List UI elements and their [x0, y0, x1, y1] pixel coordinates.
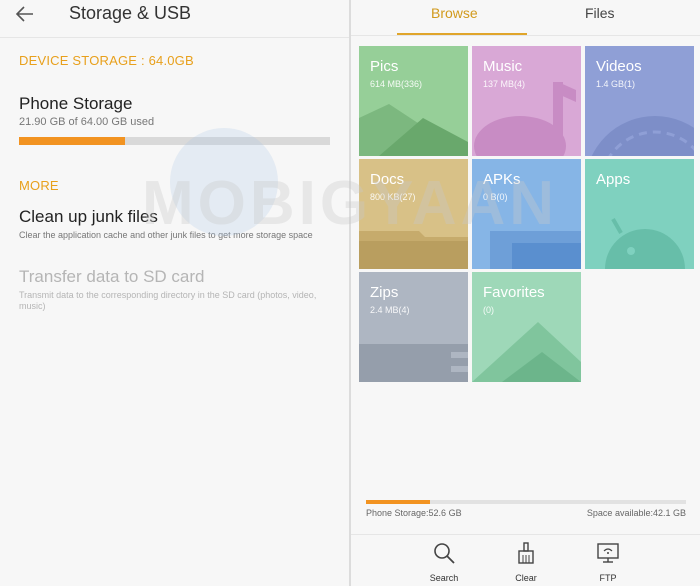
storage-usage-bar — [19, 137, 330, 145]
phone-storage-usage: 21.90 GB of 64.00 GB used — [19, 116, 155, 128]
storage-settings-panel: Storage & USB DEVICE STORAGE : 64.0GB Ph… — [0, 0, 349, 586]
ftp-label: FTP — [599, 573, 617, 583]
more-header: MORE — [19, 178, 59, 193]
category-pics-tile[interactable]: Pics 614 MB(336) — [359, 46, 468, 156]
category-size: (0) — [483, 305, 494, 315]
tab-browse[interactable]: Browse — [431, 5, 478, 21]
storage-toolbar: Storage & USB — [0, 0, 349, 38]
clean-junk-title: Clean up junk files — [19, 207, 158, 226]
category-size: 137 MB(4) — [483, 79, 526, 89]
page-title: Storage & USB — [69, 3, 192, 23]
category-apks-tile[interactable]: APKs 0 B(0) — [472, 159, 581, 269]
phone-storage-bar — [366, 500, 686, 504]
transfer-sd-title: Transfer data to SD card — [19, 267, 205, 286]
category-zips-tile[interactable]: Zips 2.4 MB(4) — [359, 272, 468, 382]
category-name: APKs — [483, 171, 521, 188]
device-storage-header: DEVICE STORAGE : 64.0GB — [19, 53, 194, 68]
bottom-action-bar: Search Clear FTP — [351, 534, 700, 586]
category-name: Docs — [370, 171, 405, 188]
file-browser-panel: Browse Files Pics 614 MB(336) Music 137 … — [351, 0, 700, 586]
category-size: 800 KB(27) — [370, 192, 416, 202]
phone-storage-bar-fill — [366, 500, 430, 504]
category-size: 2.4 MB(4) — [370, 305, 410, 315]
category-docs-tile[interactable]: Docs 800 KB(27) — [359, 159, 468, 269]
category-name: Apps — [596, 171, 631, 188]
category-name: Videos — [596, 58, 642, 75]
category-apps-tile[interactable]: Apps — [585, 159, 694, 269]
category-music-tile[interactable]: Music 137 MB(4) — [472, 46, 581, 156]
category-size: 1.4 GB(1) — [596, 79, 636, 89]
phone-storage-label: Phone Storage:52.6 GB — [366, 508, 462, 518]
category-name: Pics — [370, 58, 399, 75]
search-label: Search — [429, 573, 459, 583]
active-tab-indicator — [397, 33, 527, 35]
category-size: 0 B(0) — [483, 192, 508, 202]
clear-label: Clear — [515, 573, 537, 583]
search-icon — [434, 543, 455, 564]
phone-storage-title: Phone Storage — [19, 94, 133, 113]
space-available-label: Space available:42.1 GB — [586, 508, 686, 518]
browser-tabs: Browse Files — [351, 0, 700, 36]
ftp-button[interactable]: FTP — [578, 537, 638, 585]
category-name: Zips — [370, 284, 399, 301]
storage-usage-fill — [19, 137, 126, 145]
transfer-sd-description: Transmit data to the corresponding direc… — [19, 290, 317, 311]
tab-files[interactable]: Files — [585, 5, 615, 21]
category-videos-tile[interactable]: Videos 1.4 GB(1) — [585, 46, 694, 156]
clear-button[interactable]: Clear — [496, 537, 556, 585]
back-arrow-icon[interactable] — [13, 2, 37, 26]
ftp-monitor-icon — [597, 543, 619, 563]
category-name: Favorites — [483, 284, 545, 301]
clean-junk-description: Clear the application cache and other ju… — [19, 230, 313, 240]
category-size: 614 MB(336) — [370, 79, 423, 89]
category-name: Music — [483, 58, 523, 75]
category-favorites-tile[interactable]: Favorites (0) — [472, 272, 581, 382]
search-button[interactable]: Search — [414, 537, 474, 585]
broom-icon — [518, 542, 534, 564]
